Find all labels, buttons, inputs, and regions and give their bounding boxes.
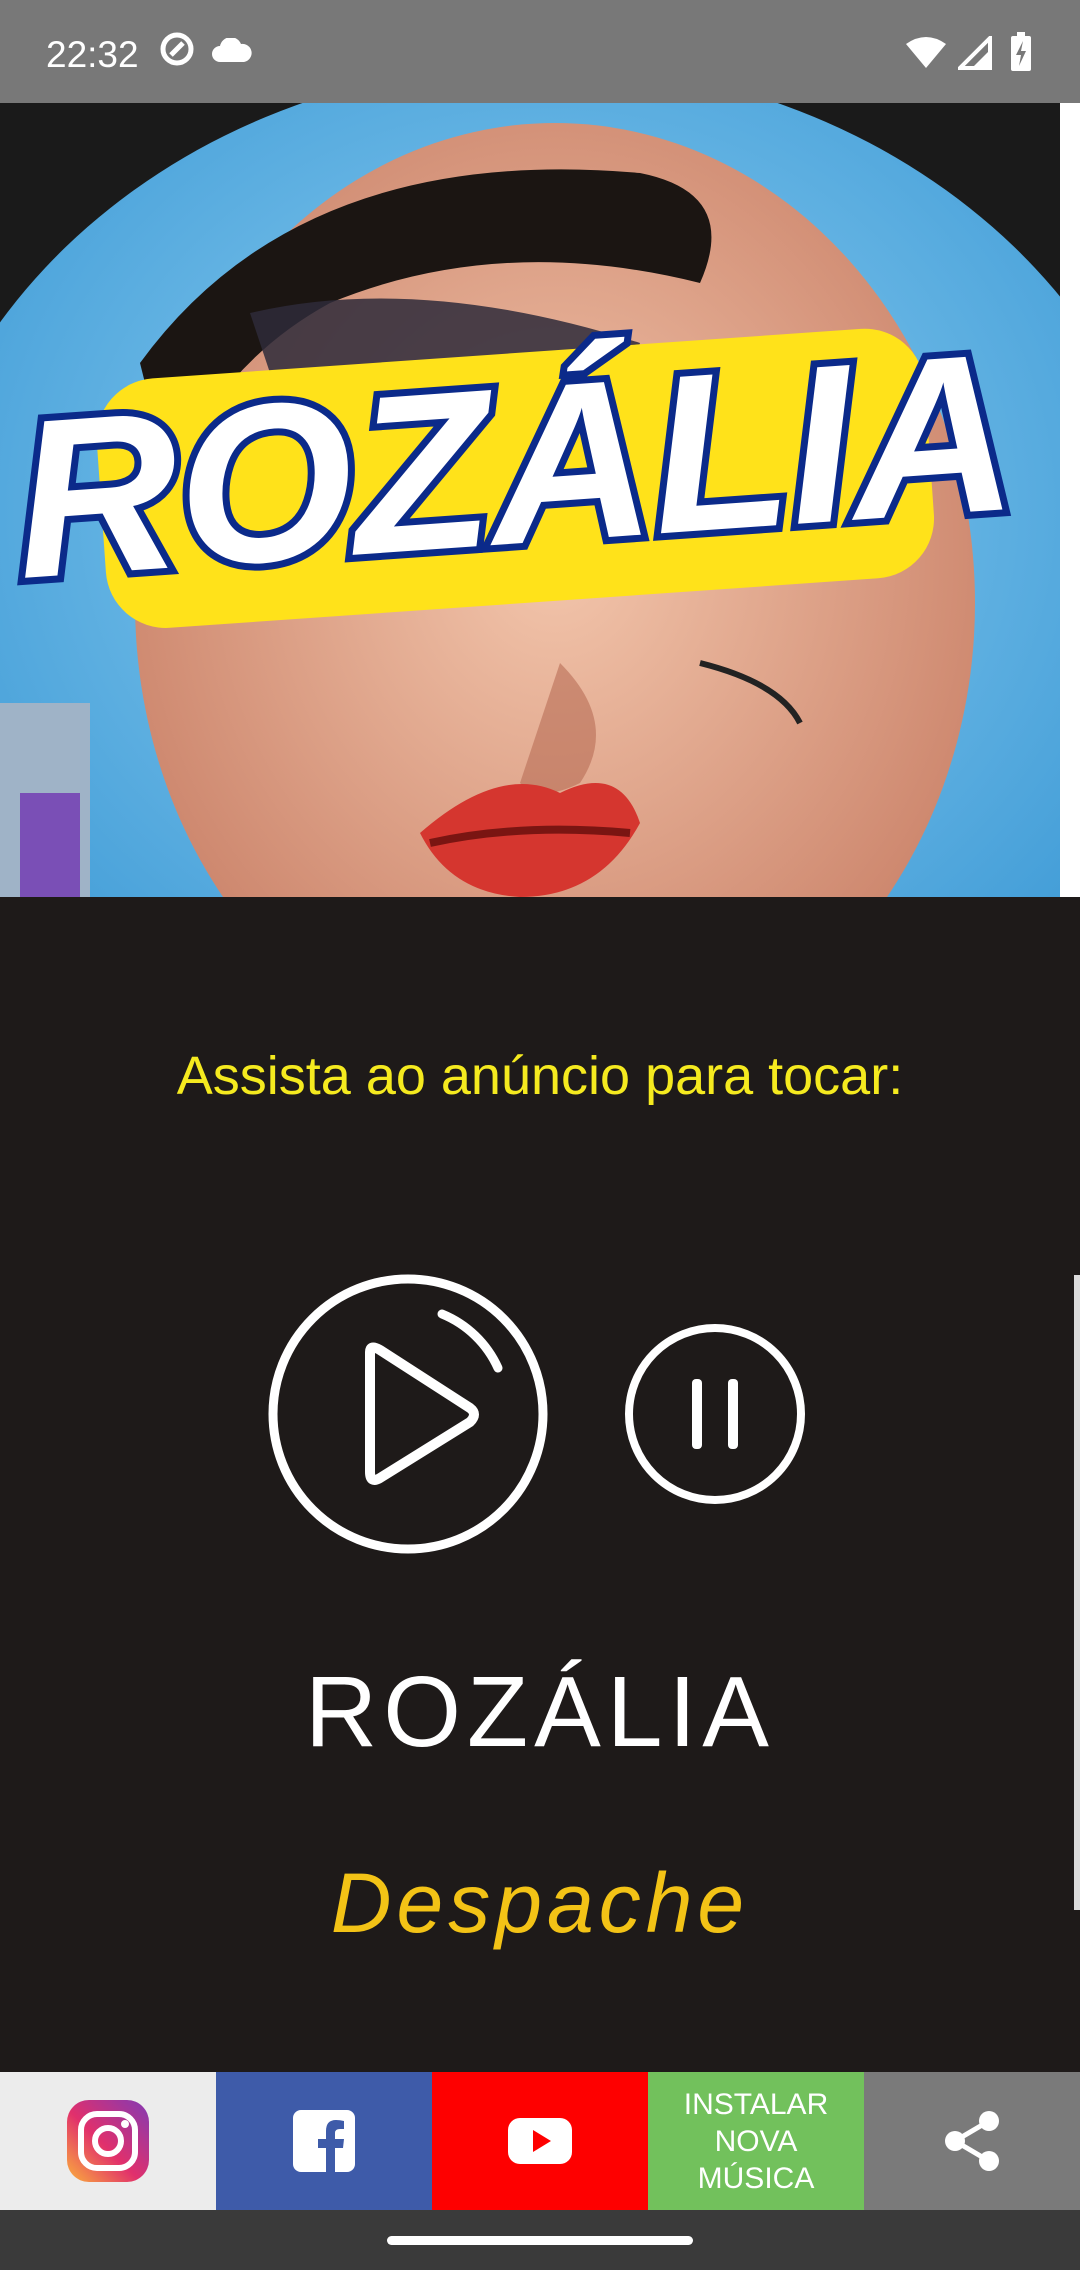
pause-icon bbox=[625, 1324, 805, 1504]
bottom-action-bar: INSTALAR NOVA MÚSICA bbox=[0, 2072, 1080, 2210]
install-line-2: NOVA bbox=[714, 2124, 798, 2158]
facebook-button[interactable] bbox=[216, 2072, 432, 2210]
battery-charging-icon bbox=[1010, 32, 1032, 77]
side-drawer-handle[interactable] bbox=[1074, 1275, 1080, 1910]
share-icon bbox=[945, 2111, 999, 2171]
status-bar: 22:32 bbox=[0, 0, 1080, 103]
wifi-icon bbox=[906, 36, 946, 75]
album-cover: ROZÁLIA bbox=[0, 103, 1080, 897]
home-gesture-pill[interactable] bbox=[387, 2236, 693, 2245]
install-new-music-button[interactable]: INSTALAR NOVA MÚSICA bbox=[648, 2072, 864, 2210]
youtube-button[interactable] bbox=[432, 2072, 648, 2210]
cloud-icon bbox=[212, 37, 252, 69]
play-icon bbox=[268, 1274, 548, 1554]
signal-icon bbox=[955, 33, 992, 75]
instagram-icon bbox=[67, 2100, 149, 2182]
system-nav-bar bbox=[0, 2210, 1080, 2270]
song-title: Despache bbox=[330, 1856, 750, 1950]
watch-ad-prompt: Assista ao anúncio para tocar: bbox=[176, 1046, 904, 1106]
install-line-3: MÚSICA bbox=[697, 2161, 815, 2195]
instagram-button[interactable] bbox=[0, 2072, 216, 2210]
youtube-icon bbox=[508, 2118, 572, 2164]
artist-name: ROZÁLIA bbox=[305, 1656, 775, 1768]
sync-icon bbox=[158, 30, 196, 73]
pause-button[interactable] bbox=[624, 1323, 806, 1505]
status-time: 22:32 bbox=[46, 34, 139, 75]
album-cover-art: ROZÁLIA bbox=[0, 103, 1080, 897]
share-button[interactable] bbox=[864, 2072, 1080, 2210]
install-line-1: INSTALAR bbox=[683, 2087, 829, 2121]
play-button[interactable] bbox=[266, 1272, 550, 1556]
facebook-icon bbox=[293, 2110, 355, 2172]
